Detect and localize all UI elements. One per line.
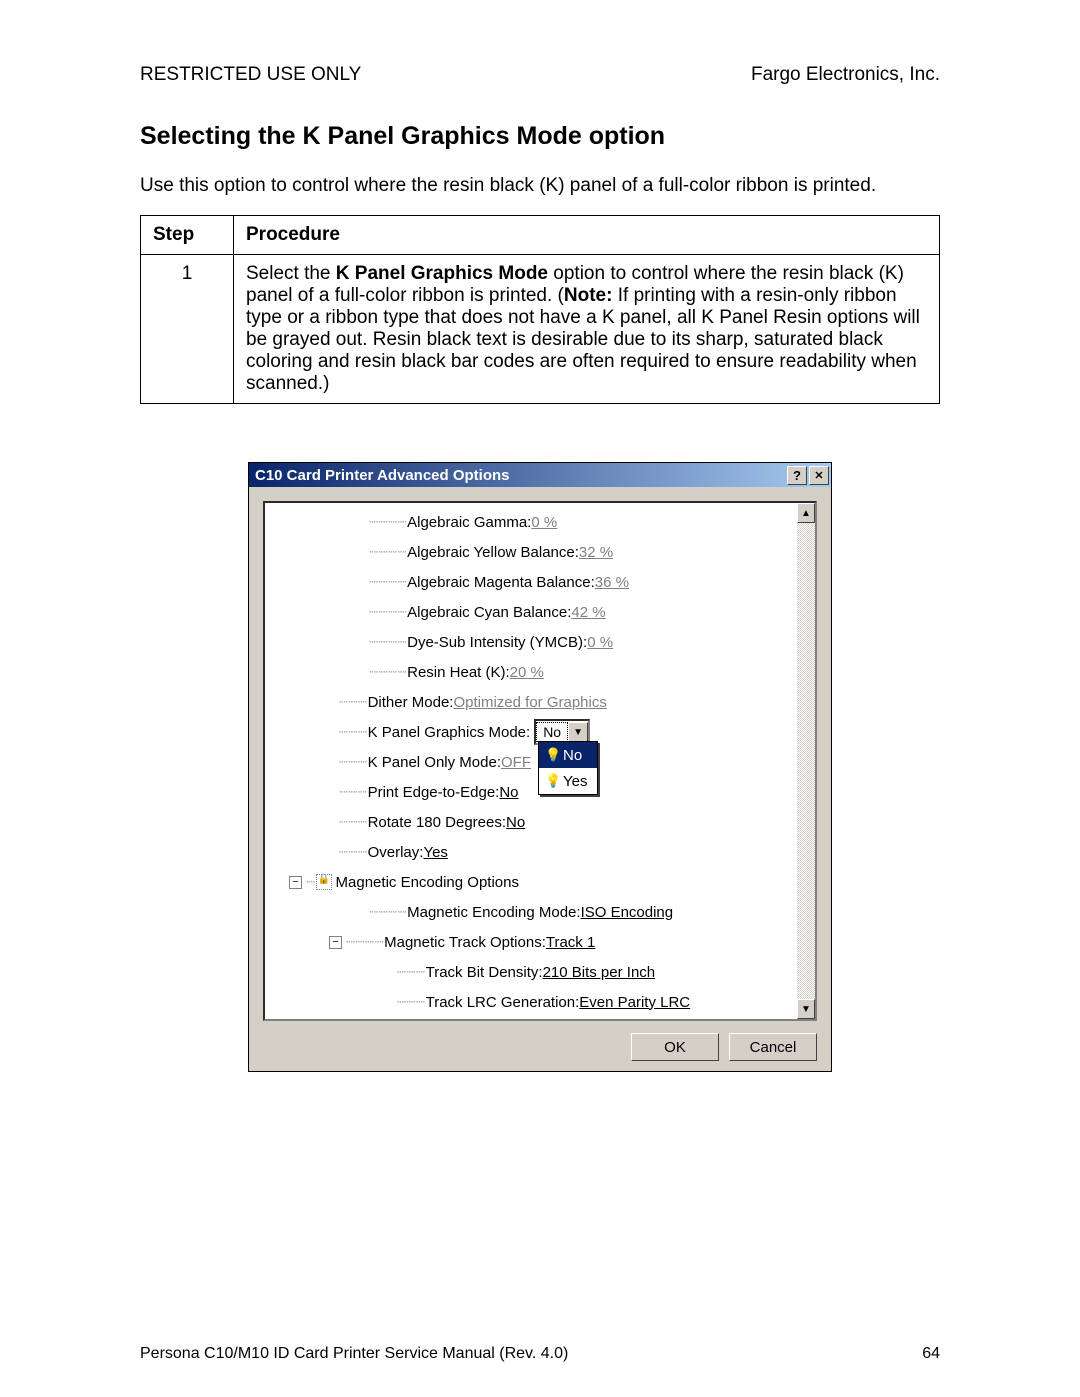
value[interactable]: ISO Encoding [581, 904, 674, 921]
dropdown-label: No [563, 747, 582, 764]
tree-item-mag-options[interactable]: − ┈ Magnetic Encoding Options [269, 867, 797, 897]
tree-view[interactable]: ┈┈┈┈ Algebraic Gamma: 0 % ┈┈┈┈ Algebraic… [263, 501, 817, 1021]
label: Algebraic Yellow Balance: [407, 544, 579, 561]
label: Track LRC Generation: [426, 994, 580, 1011]
titlebar: C10 Card Printer Advanced Options [249, 463, 831, 487]
proc-text: Select the [246, 263, 336, 284]
advanced-options-dialog: C10 Card Printer Advanced Options ┈┈┈┈ A… [248, 462, 832, 1072]
tree-item-charsize[interactable]: ┈┈┈ Track Character Size: 7 Bits per Cha… [269, 1017, 797, 1019]
value[interactable]: 42 % [571, 604, 605, 621]
tree-item-gamma[interactable]: ┈┈┈┈ Algebraic Gamma: 0 % [269, 507, 797, 537]
value[interactable]: OFF [501, 754, 531, 771]
tree-item-lrc[interactable]: ┈┈┈ Track LRC Generation: Even Parity LR… [269, 987, 797, 1017]
minus-icon[interactable]: − [289, 876, 302, 889]
tree-item-dyesub[interactable]: ┈┈┈┈ Dye-Sub Intensity (YMCB): 0 % [269, 627, 797, 657]
label: Dither Mode: [368, 694, 454, 711]
tree-item-overlay[interactable]: ┈┈┈ Overlay: Yes [269, 837, 797, 867]
tree-item-magenta[interactable]: ┈┈┈┈ Algebraic Magenta Balance: 36 % [269, 567, 797, 597]
label: Algebraic Gamma: [407, 514, 531, 531]
tree-item-dither[interactable]: ┈┈┈ Dither Mode: Optimized for Graphics [269, 687, 797, 717]
header-left: RESTRICTED USE ONLY [140, 64, 361, 86]
label: Print Edge-to-Edge: [368, 784, 500, 801]
label: Rotate 180 Degrees: [368, 814, 506, 831]
footer-text: Persona C10/M10 ID Card Printer Service … [140, 1345, 568, 1363]
bulb-on-icon: 💡 [545, 773, 559, 789]
lock-icon [316, 874, 332, 890]
col-procedure: Procedure [234, 216, 940, 255]
intro-text: Use this option to control where the res… [140, 175, 940, 197]
help-button[interactable] [787, 466, 807, 485]
dropdown-item-yes[interactable]: 💡 Yes [539, 768, 597, 794]
vertical-scrollbar[interactable]: ▲ ▼ [797, 503, 815, 1019]
tree-item-resin-heat[interactable]: ┈┈┈┈ Resin Heat (K): 20 % [269, 657, 797, 687]
tree-item-mag-mode[interactable]: ┈┈┈┈ Magnetic Encoding Mode: ISO Encodin… [269, 897, 797, 927]
section-title: Selecting the K Panel Graphics Mode opti… [140, 122, 940, 151]
tree-item-yellow[interactable]: ┈┈┈┈ Algebraic Yellow Balance: 32 % [269, 537, 797, 567]
label: Magnetic Encoding Mode: [407, 904, 580, 921]
value[interactable]: 36 % [595, 574, 629, 591]
proc-note-label: Note: [564, 285, 613, 306]
scroll-up-icon[interactable]: ▲ [797, 503, 815, 523]
close-button[interactable] [809, 466, 829, 485]
value[interactable]: Optimized for Graphics [453, 694, 606, 711]
col-step: Step [141, 216, 234, 255]
label: Magnetic Encoding Options [336, 874, 519, 891]
value[interactable]: Track 1 [546, 934, 595, 951]
value[interactable]: 32 % [579, 544, 613, 561]
tree-item-cyan[interactable]: ┈┈┈┈ Algebraic Cyan Balance: 42 % [269, 597, 797, 627]
label: Resin Heat (K): [407, 664, 510, 681]
page-number: 64 [922, 1345, 940, 1363]
scroll-track[interactable] [797, 523, 815, 999]
value[interactable]: No [506, 814, 525, 831]
label: Algebraic Cyan Balance: [407, 604, 571, 621]
proc-bold: K Panel Graphics Mode [336, 263, 548, 284]
value[interactable]: 210 Bits per Inch [543, 964, 656, 981]
tree-item-edge[interactable]: ┈┈┈ Print Edge-to-Edge: No [269, 777, 797, 807]
cancel-button[interactable]: Cancel [729, 1033, 817, 1061]
value[interactable]: No [499, 784, 518, 801]
procedure-cell: Select the K Panel Graphics Mode option … [234, 255, 940, 404]
minus-icon[interactable]: − [329, 936, 342, 949]
tree-item-rotate[interactable]: ┈┈┈ Rotate 180 Degrees: No [269, 807, 797, 837]
kpanel-graphics-dropdown[interactable]: 💡 No 💡 Yes [538, 741, 598, 795]
value[interactable]: Even Parity LRC [579, 994, 690, 1011]
combo-value: No [536, 722, 568, 742]
label: Track Bit Density: [426, 964, 543, 981]
value[interactable]: 20 % [510, 664, 544, 681]
tree-item-kpanel-graphics[interactable]: ┈┈┈ K Panel Graphics Mode: No ▼ 💡 No [269, 717, 797, 747]
tree-item-bit-density[interactable]: ┈┈┈ Track Bit Density: 210 Bits per Inch [269, 957, 797, 987]
label: Overlay: [368, 844, 424, 861]
label: Algebraic Magenta Balance: [407, 574, 595, 591]
chevron-down-icon[interactable]: ▼ [568, 722, 588, 742]
dropdown-label: Yes [563, 773, 587, 790]
ok-button[interactable]: OK [631, 1033, 719, 1061]
tree-item-kpanel-only[interactable]: ┈┈┈ K Panel Only Mode: OFF [269, 747, 797, 777]
label: K Panel Only Mode: [368, 754, 501, 771]
header-right: Fargo Electronics, Inc. [751, 64, 940, 86]
dialog-title: C10 Card Printer Advanced Options [255, 467, 785, 484]
dropdown-item-no[interactable]: 💡 No [539, 742, 597, 768]
procedure-table: Step Procedure 1 Select the K Panel Grap… [140, 215, 940, 404]
bulb-off-icon: 💡 [545, 747, 559, 763]
scroll-down-icon[interactable]: ▼ [797, 999, 815, 1019]
label: K Panel Graphics Mode: [368, 724, 531, 741]
value[interactable]: 0 % [587, 634, 613, 651]
value[interactable]: Yes [423, 844, 447, 861]
label: Magnetic Track Options: [384, 934, 546, 951]
tree-item-mag-track[interactable]: − ┈┈┈┈ Magnetic Track Options: Track 1 [269, 927, 797, 957]
step-number: 1 [141, 255, 234, 404]
label: Dye-Sub Intensity (YMCB): [407, 634, 587, 651]
value[interactable]: 0 % [531, 514, 557, 531]
